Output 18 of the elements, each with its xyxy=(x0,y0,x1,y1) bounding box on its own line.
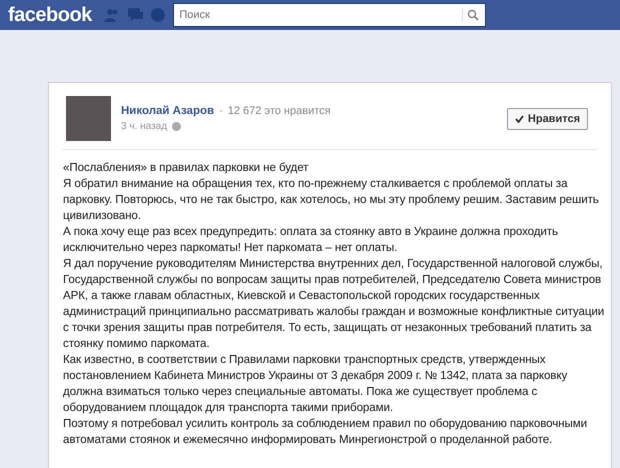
likes-count: 12 672 это нравится xyxy=(228,105,331,117)
messages-icon[interactable] xyxy=(128,8,144,22)
post-paragraph: А пока хочу еще раз всех предупредить: оплата за стоянку авто в Украине должна проходить исключительно через паркоматы! Нет паркомата – нет оплаты. xyxy=(63,224,559,256)
post-paragraph: «Послабления» в правилах парковки не будет xyxy=(63,160,310,176)
facebook-logo[interactable]: facebook xyxy=(8,4,92,26)
post-paragraph: Я обратил внимание на обращения тех, кто по-прежнему сталкивается с проблемой оплаты за парковку. Повторюсь, что не так быстро, как хотелось, но мы эту проблему решим. Заставим решить цивилизовано. xyxy=(63,176,600,224)
post-paragraph: Поэтому я потребовал усилить контроль за соблюдением правил по оборудованию парковочными автоматами стоянок и ежемесячно информировать Минрегионстрой о проделанной работе. xyxy=(63,416,588,448)
search-box[interactable]: Поиск xyxy=(173,3,486,27)
friends-icon[interactable] xyxy=(104,8,120,22)
check-icon xyxy=(514,114,524,122)
search-icon[interactable] xyxy=(462,9,479,21)
post-paragraph: Как известно, в соответствии с Правилами парковки транспортных средств, утвержденных постановлением Кабинета Министров Украины от 3 декабря 2009 г. № 1342, плата за парковку должна взиматься только через специальные автоматы. Пока же существует проблема с оборудованием площадок для транспорта такими приборами. xyxy=(63,352,568,416)
photo-placeholder xyxy=(66,96,111,141)
separator-dot: · xyxy=(219,105,223,117)
post-paragraph: Я дал поручение руководителям Министерства внутренних дел, Государственной налоговой службы, Государственной службы по вопросам защиты прав потребителей, Председателю Совета министров АРК, а также главам областных, Киевской и Севастопольской городских государственных администраций принципиально рассматривать жалобы граждан и возможные конфликтные ситуации с точки зрения защиты прав потребителя. То есть, защищать от незаконных требований платить за стоянку помимо паркомата. xyxy=(63,256,606,352)
like-button[interactable]: Нравится xyxy=(506,108,588,130)
search-input[interactable]: Поиск xyxy=(174,8,456,22)
author-link[interactable]: Николай Азаров xyxy=(121,105,214,117)
